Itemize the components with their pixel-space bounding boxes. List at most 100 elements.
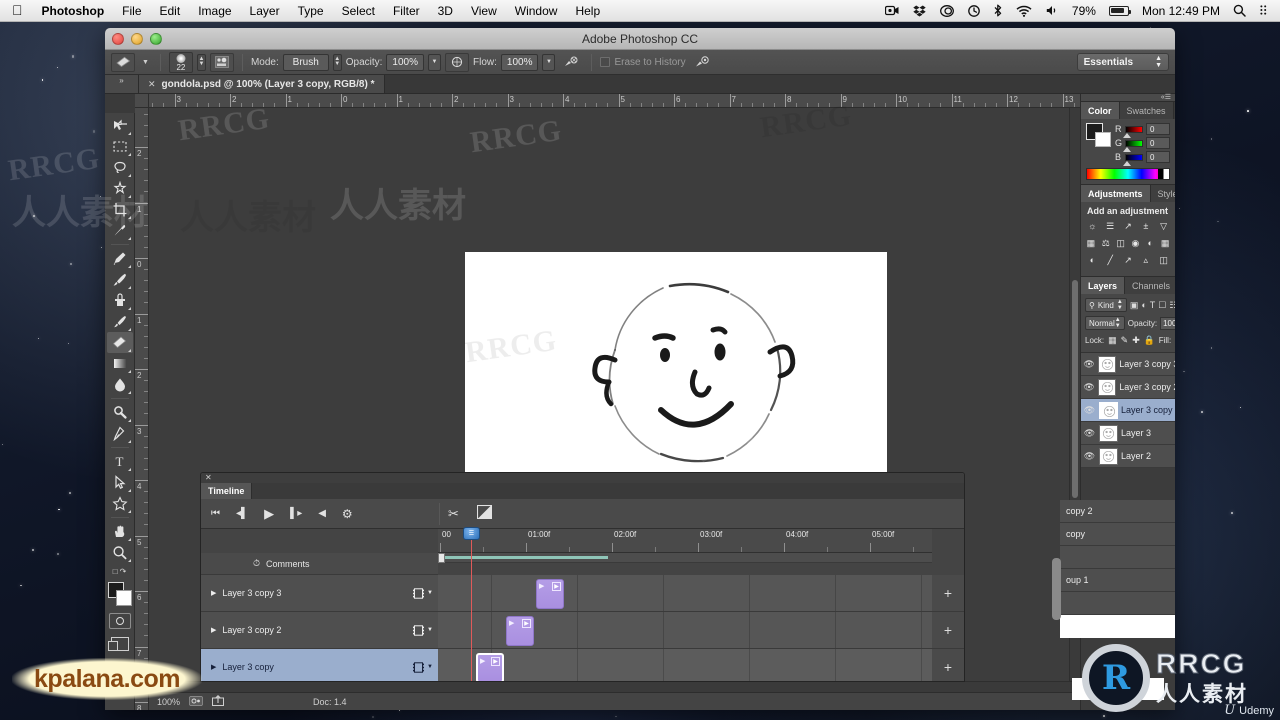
layer-row[interactable]: 👁 Layer 3 copy <box>1081 399 1175 422</box>
wifi-icon[interactable] <box>1009 0 1039 22</box>
go-to-first-frame-button[interactable]: ⏮ <box>211 508 220 519</box>
panel-menu-icon[interactable]: ▼ <box>1174 102 1175 119</box>
tab-adjustments[interactable]: Adjustments <box>1081 185 1151 202</box>
track-lane[interactable]: ▶ ▶ <box>438 649 932 681</box>
split-clip-icon[interactable]: ✂ <box>448 506 459 522</box>
tab-styles[interactable]: Styles <box>1150 185 1175 202</box>
slider-b[interactable]: B 0 <box>1115 151 1170 166</box>
comments-track[interactable]: ⏱ Comments <box>201 553 438 575</box>
crop-tool[interactable] <box>107 199 133 220</box>
track-header[interactable]: ▶ Layer 3 copy ▼ <box>201 649 438 681</box>
tab-color[interactable]: Color <box>1081 102 1120 119</box>
quick-mask-icon[interactable] <box>108 613 131 629</box>
battery-icon[interactable] <box>1102 0 1136 22</box>
channel-mixer-icon[interactable]: ◐ <box>1145 237 1155 249</box>
audio-mute-button[interactable]: ◀ <box>318 508 326 519</box>
clone-stamp-tool[interactable] <box>107 290 133 311</box>
track-lane[interactable]: ▶ ▶ <box>438 575 932 611</box>
work-area-handle[interactable] <box>438 553 445 563</box>
flow-value[interactable]: 100% <box>500 53 539 71</box>
path-selection-tool[interactable] <box>107 472 133 493</box>
brush-size-stepper[interactable]: ▲ ▼ <box>196 53 206 71</box>
layer-kind-filter[interactable]: ⚲ Kind ▲ ▼ <box>1085 298 1127 312</box>
type-layer-filter-icon[interactable]: T <box>1150 299 1156 311</box>
layer-visibility-icon[interactable]: 👁 <box>1083 451 1096 462</box>
tool-preset-chevron-down-icon[interactable]: ▼ <box>139 59 152 66</box>
levels-icon[interactable]: ☰ <box>1104 220 1117 232</box>
airbrush-icon[interactable] <box>559 53 583 72</box>
video-clip[interactable]: ▶ ▶ <box>536 579 564 609</box>
brightness-contrast-icon[interactable]: ☼ <box>1086 220 1099 232</box>
exposure-icon[interactable]: ± <box>1139 220 1152 232</box>
layer-row[interactable]: copy 2 <box>1060 500 1175 523</box>
close-tab-icon[interactable]: ✕ <box>148 79 156 90</box>
threshold-icon[interactable]: ↗ <box>1122 254 1135 266</box>
track-header[interactable]: ▶ Layer 3 copy 3 ▼ <box>201 575 438 611</box>
spotlight-search-icon[interactable] <box>1226 0 1253 22</box>
brush-size-preview[interactable]: 22 <box>168 51 193 73</box>
clip-menu-icon[interactable]: ▶ <box>552 582 561 591</box>
lock-position-icon[interactable]: ✚ <box>1132 335 1140 346</box>
lasso-tool[interactable] <box>107 157 133 178</box>
chevron-right-icon[interactable]: ▶ <box>211 626 216 634</box>
transition-icon[interactable] <box>476 504 492 522</box>
background-swatch[interactable] <box>1095 132 1111 147</box>
gradient-tool[interactable] <box>107 353 133 374</box>
film-strip-icon[interactable]: ▼ <box>413 661 433 673</box>
menu-3d[interactable]: 3D <box>429 0 462 22</box>
layer-opacity-value[interactable]: 100% <box>1160 316 1175 330</box>
close-panel-icon[interactable]: ✕ <box>201 473 964 483</box>
pressure-opacity-icon[interactable] <box>445 52 469 72</box>
zoom-tool[interactable] <box>107 542 133 563</box>
layer-row[interactable]: 👁 Layer 2 <box>1081 445 1175 468</box>
flow-dropdown-icon[interactable]: ▼ <box>542 53 556 71</box>
adjustment-layer-filter-icon[interactable]: ◐ <box>1141 299 1146 311</box>
playhead-icon[interactable]: ☰ <box>463 527 480 681</box>
menu-select[interactable]: Select <box>333 0 384 22</box>
blend-mode-select[interactable]: Normal ▲ ▼ <box>1085 316 1125 330</box>
layer-row[interactable]: copy <box>1060 523 1175 546</box>
apple-icon[interactable]:  <box>0 3 33 17</box>
menu-image[interactable]: Image <box>189 0 240 22</box>
gradient-map-icon[interactable]: ◫ <box>1157 254 1170 266</box>
screen-mode-icon[interactable] <box>107 637 129 651</box>
artboard[interactable] <box>465 252 887 487</box>
screen-record-icon[interactable] <box>878 0 906 22</box>
swap-colors-icon[interactable]: ↷ <box>120 567 127 576</box>
layer-row[interactable] <box>1060 615 1175 638</box>
color-lookup-icon[interactable]: ▦ <box>1160 237 1170 249</box>
shape-tool[interactable] <box>107 493 133 514</box>
layer-thumbnail[interactable] <box>1098 355 1117 373</box>
timeline-vertical-scrollbar[interactable] <box>1052 558 1061 620</box>
color-balance-icon[interactable]: ⚖ <box>1101 237 1111 249</box>
next-frame-button[interactable]: ▌▸ <box>290 508 302 519</box>
eraser-tool[interactable] <box>106 332 133 353</box>
rectangular-marquee-tool[interactable] <box>107 136 133 157</box>
menu-app-name[interactable]: Photoshop <box>33 0 114 22</box>
mode-value[interactable]: Brush <box>282 53 329 71</box>
brush-tool[interactable] <box>107 269 133 290</box>
lock-all-icon[interactable]: 🔒 <box>1144 335 1155 346</box>
time-machine-icon[interactable] <box>961 0 987 22</box>
lock-transparent-pixels-icon[interactable]: ▦ <box>1108 335 1117 346</box>
layer-row[interactable]: 👁 Layer 3 copy 3 <box>1081 353 1175 376</box>
previous-frame-button[interactable]: ◂▌ <box>236 508 248 519</box>
layer-visibility-icon[interactable]: 👁 <box>1083 359 1095 370</box>
erase-to-history-checkbox[interactable] <box>600 57 611 67</box>
track-lane[interactable]: ▶ ▶ <box>438 612 932 648</box>
mode-stepper[interactable]: ▲ ▼ <box>332 53 342 71</box>
menu-type[interactable]: Type <box>289 0 333 22</box>
workspace-selector[interactable]: Essentials ▲ ▼ <box>1076 53 1169 71</box>
menu-layer[interactable]: Layer <box>241 0 289 22</box>
settings-gear-button[interactable]: ⚙ <box>342 507 353 521</box>
background-color-swatch[interactable] <box>115 590 132 606</box>
layer-visibility-icon[interactable]: 👁 <box>1083 405 1096 416</box>
posterize-icon[interactable]: ╱ <box>1104 254 1117 266</box>
slider-r[interactable]: R 0 <box>1115 123 1170 138</box>
video-clip[interactable]: ▶ ▶ <box>476 653 504 681</box>
menu-edit[interactable]: Edit <box>151 0 190 22</box>
stopwatch-icon[interactable]: ⏱ <box>253 558 260 569</box>
type-tool[interactable]: T <box>107 451 133 472</box>
pixel-layer-filter-icon[interactable]: ▣ <box>1130 299 1139 311</box>
layer-row[interactable]: oup 1 <box>1060 569 1175 592</box>
